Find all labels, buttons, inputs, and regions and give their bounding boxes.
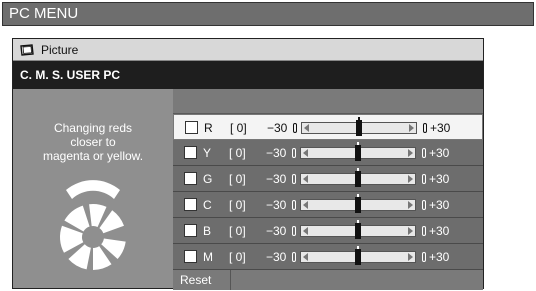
color-letter: Y (203, 146, 212, 160)
color-value: [ 0] (229, 198, 246, 212)
color-slider[interactable] (300, 246, 416, 265)
slider-right-cap (422, 252, 426, 262)
slider-min-label: −30 (267, 121, 288, 135)
color-letter: M (203, 250, 213, 264)
slider-min-label: −30 (266, 198, 287, 212)
slider-left-arrow-icon[interactable] (304, 124, 309, 132)
slider-left-arrow-icon[interactable] (303, 149, 308, 157)
color-letter: R (204, 121, 213, 135)
slider-thumb[interactable] (355, 197, 361, 213)
slider-right-arrow-icon[interactable] (408, 149, 413, 157)
slider-right-arrow-icon[interactable] (408, 253, 413, 261)
row-checkbox[interactable] (184, 250, 197, 263)
slider-left-arrow-icon[interactable] (303, 201, 308, 209)
slider-max-label: +30 (429, 198, 450, 212)
description-text: Changing reds closer to magenta or yello… (13, 121, 173, 163)
color-row-g[interactable]: G [ 0] −30 +30 (173, 166, 483, 192)
section-title: C. M. S. USER PC (13, 61, 483, 89)
color-adjust-list: R [ 0] −30 +30 Y [ 0] −30 +30 G [0] −30… (173, 89, 483, 290)
color-wheel-icon (59, 180, 126, 270)
menu-title-bar: PC MENU (2, 2, 534, 26)
color-letter: C (203, 198, 212, 212)
slider-left-arrow-icon[interactable] (303, 175, 308, 183)
slider-left-cap (292, 252, 296, 262)
slider-thumb[interactable] (355, 223, 361, 239)
slider-max-label: +30 (429, 172, 450, 186)
color-slider[interactable] (300, 168, 416, 187)
description-line: Changing reds (53, 121, 133, 135)
color-value: [ 0] (229, 224, 246, 238)
slider-left-cap (292, 226, 296, 236)
row-checkbox[interactable] (184, 224, 197, 237)
slider-left-cap (292, 148, 296, 158)
slider-min-label: −30 (266, 250, 287, 264)
slider-min-label: −30 (266, 172, 287, 186)
color-row-m[interactable]: M [ 0] −30 +30 (173, 244, 483, 270)
slider-right-arrow-icon[interactable] (408, 175, 413, 183)
slider-thumb[interactable] (356, 120, 362, 136)
slider-right-arrow-icon[interactable] (408, 227, 413, 235)
slider-max-label: +30 (429, 224, 450, 238)
slider-left-cap (292, 200, 296, 210)
slider-left-arrow-icon[interactable] (303, 227, 308, 235)
reset-button[interactable]: Reset (173, 270, 231, 290)
color-value: [ 0] (230, 121, 247, 135)
color-row-r[interactable]: R [ 0] −30 +30 (173, 114, 483, 140)
row-checkbox[interactable] (184, 146, 197, 159)
color-letter: G (203, 172, 213, 186)
slider-max-label: +30 (430, 121, 451, 135)
slider-left-cap (293, 123, 297, 133)
slider-right-cap (422, 200, 426, 210)
slider-max-label: +30 (429, 146, 450, 160)
slider-right-cap (422, 148, 426, 158)
description-line: closer to (70, 135, 116, 149)
color-slider[interactable] (301, 117, 417, 136)
reset-row: Reset (173, 270, 483, 290)
description-line: magenta or yellow. (42, 149, 144, 163)
color-slider[interactable] (300, 194, 416, 213)
slider-min-label: −30 (266, 224, 287, 238)
tab-label: Picture (41, 43, 79, 57)
color-slider[interactable] (300, 142, 416, 161)
color-slider[interactable] (300, 220, 416, 239)
color-row-c[interactable]: C [ 0] −30 +30 (173, 192, 483, 218)
row-checkbox[interactable] (185, 121, 198, 134)
picture-icon (20, 44, 34, 56)
color-letter: B (203, 224, 212, 238)
slider-left-cap (292, 174, 296, 184)
color-row-y[interactable]: Y [ 0] −30 +30 (173, 140, 483, 166)
slider-right-cap (422, 226, 426, 236)
slider-thumb[interactable] (355, 145, 361, 161)
menu-title: PC MENU (9, 5, 79, 22)
tab-picture[interactable]: Picture (13, 39, 483, 61)
description-panel: Changing reds closer to magenta or yello… (13, 89, 173, 288)
color-value: [ 0] (229, 146, 246, 160)
list-header-spacer (173, 89, 483, 114)
slider-right-cap (422, 174, 426, 184)
row-checkbox[interactable] (184, 172, 197, 185)
slider-right-cap (423, 123, 427, 133)
picture-window: Picture C. M. S. USER PC Changing reds c… (12, 38, 484, 290)
slider-right-arrow-icon[interactable] (409, 124, 414, 132)
slider-right-arrow-icon[interactable] (408, 201, 413, 209)
color-value: [ 0] (229, 250, 246, 264)
slider-thumb[interactable] (355, 171, 361, 187)
slider-left-arrow-icon[interactable] (303, 253, 308, 261)
color-value: [ 0] (229, 172, 246, 186)
slider-thumb[interactable] (355, 249, 361, 265)
slider-min-label: −30 (266, 146, 287, 160)
slider-max-label: +30 (429, 250, 450, 264)
color-row-b[interactable]: B [ 0] −30 +30 (173, 218, 483, 244)
row-checkbox[interactable] (184, 198, 197, 211)
